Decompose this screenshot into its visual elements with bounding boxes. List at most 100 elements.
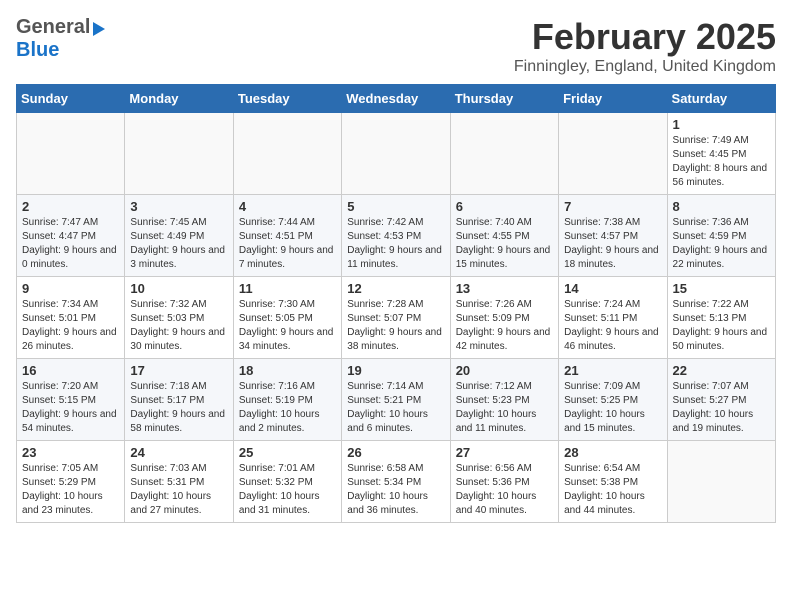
day-info: Sunrise: 7:16 AM Sunset: 5:19 PM Dayligh…: [239, 380, 336, 436]
calendar-week-row: 1 Sunrise: 7:49 AM Sunset: 4:45 PM Daylig…: [17, 113, 776, 195]
calendar-cell: 19 Sunrise: 7:14 AM Sunset: 5:21 PM Dayli…: [342, 359, 450, 441]
calendar-cell: 3Sunrise: 7:45 AM Sunset: 4:49 PM Daylig…: [125, 195, 233, 277]
title-block: February 2025 Finningley, England, Unite…: [514, 16, 776, 76]
calendar-cell: 8Sunrise: 7:36 AM Sunset: 4:59 PM Daylig…: [667, 195, 775, 277]
logo: General Blue: [16, 16, 105, 62]
day-info: Sunrise: 7:47 AM Sunset: 4:47 PM Dayligh…: [22, 216, 119, 272]
day-info: Sunrise: 6:56 AM Sunset: 5:36 PM Dayligh…: [456, 462, 553, 518]
weekday-header: Sunday: [17, 85, 125, 113]
day-number: 27: [456, 445, 553, 460]
day-info: Sunrise: 7:01 AM Sunset: 5:32 PM Dayligh…: [239, 462, 336, 518]
calendar-cell: 10 Sunrise: 7:32 AM Sunset: 5:03 PM Dayli…: [125, 277, 233, 359]
logo-general-text: General: [16, 16, 90, 39]
day-number: 14: [564, 281, 661, 296]
calendar-cell: 16 Sunrise: 7:20 AM Sunset: 5:15 PM Dayli…: [17, 359, 125, 441]
day-number: 12: [347, 281, 444, 296]
day-info: Sunrise: 7:32 AM Sunset: 5:03 PM Dayligh…: [130, 298, 227, 354]
day-number: 9: [22, 281, 119, 296]
calendar-cell: [17, 113, 125, 195]
calendar-table: SundayMondayTuesdayWednesdayThursdayFrid…: [16, 84, 776, 523]
month-title: February 2025: [514, 16, 776, 58]
day-number: 4: [239, 199, 336, 214]
calendar-cell: 4 Sunrise: 7:44 AM Sunset: 4:51 PM Daylig…: [233, 195, 341, 277]
day-number: 13: [456, 281, 553, 296]
weekday-header: Monday: [125, 85, 233, 113]
weekday-header: Thursday: [450, 85, 558, 113]
day-info: Sunrise: 7:24 AM Sunset: 5:11 PM Dayligh…: [564, 298, 661, 354]
calendar-cell: 6 Sunrise: 7:40 AM Sunset: 4:55 PM Daylig…: [450, 195, 558, 277]
day-number: 20: [456, 363, 553, 378]
logo-arrow-icon: [93, 22, 105, 36]
day-info: Sunrise: 7:22 AM Sunset: 5:13 PM Dayligh…: [673, 298, 770, 354]
day-info: Sunrise: 7:07 AM Sunset: 5:27 PM Dayligh…: [673, 380, 770, 436]
day-number: 6: [456, 199, 553, 214]
day-info: Sunrise: 6:54 AM Sunset: 5:38 PM Dayligh…: [564, 462, 661, 518]
day-info: Sunrise: 7:30 AM Sunset: 5:05 PM Dayligh…: [239, 298, 336, 354]
day-number: 24: [130, 445, 227, 460]
day-info: Sunrise: 7:12 AM Sunset: 5:23 PM Dayligh…: [456, 380, 553, 436]
weekday-header: Wednesday: [342, 85, 450, 113]
day-number: 25: [239, 445, 336, 460]
day-number: 16: [22, 363, 119, 378]
page-header: General Blue February 2025 Finningley, E…: [16, 16, 776, 76]
day-number: 23: [22, 445, 119, 460]
day-info: Sunrise: 7:14 AM Sunset: 5:21 PM Dayligh…: [347, 380, 444, 436]
logo-blue-text: Blue: [16, 39, 59, 62]
calendar-cell: 17Sunrise: 7:18 AM Sunset: 5:17 PM Dayli…: [125, 359, 233, 441]
location-text: Finningley, England, United Kingdom: [514, 58, 776, 76]
day-number: 19: [347, 363, 444, 378]
calendar-cell: 22 Sunrise: 7:07 AM Sunset: 5:27 PM Dayli…: [667, 359, 775, 441]
day-number: 21: [564, 363, 661, 378]
day-number: 1: [673, 117, 770, 132]
day-info: Sunrise: 7:26 AM Sunset: 5:09 PM Dayligh…: [456, 298, 553, 354]
day-info: Sunrise: 7:38 AM Sunset: 4:57 PM Dayligh…: [564, 216, 661, 272]
day-info: Sunrise: 7:05 AM Sunset: 5:29 PM Dayligh…: [22, 462, 119, 518]
day-info: Sunrise: 7:45 AM Sunset: 4:49 PM Dayligh…: [130, 216, 227, 272]
calendar-cell: 26 Sunrise: 6:58 AM Sunset: 5:34 PM Dayli…: [342, 441, 450, 523]
day-info: Sunrise: 7:03 AM Sunset: 5:31 PM Dayligh…: [130, 462, 227, 518]
weekday-header: Saturday: [667, 85, 775, 113]
day-info: Sunrise: 7:34 AM Sunset: 5:01 PM Dayligh…: [22, 298, 119, 354]
day-number: 26: [347, 445, 444, 460]
calendar-cell: 11Sunrise: 7:30 AM Sunset: 5:05 PM Dayli…: [233, 277, 341, 359]
day-info: Sunrise: 7:40 AM Sunset: 4:55 PM Dayligh…: [456, 216, 553, 272]
day-info: Sunrise: 7:28 AM Sunset: 5:07 PM Dayligh…: [347, 298, 444, 354]
weekday-header: Tuesday: [233, 85, 341, 113]
calendar-cell: 15Sunrise: 7:22 AM Sunset: 5:13 PM Dayli…: [667, 277, 775, 359]
day-info: Sunrise: 6:58 AM Sunset: 5:34 PM Dayligh…: [347, 462, 444, 518]
calendar-cell: 21Sunrise: 7:09 AM Sunset: 5:25 PM Dayli…: [559, 359, 667, 441]
calendar-cell: [559, 113, 667, 195]
calendar-cell: [450, 113, 558, 195]
calendar-cell: 14 Sunrise: 7:24 AM Sunset: 5:11 PM Dayli…: [559, 277, 667, 359]
calendar-cell: 20 Sunrise: 7:12 AM Sunset: 5:23 PM Dayli…: [450, 359, 558, 441]
calendar-cell: 25 Sunrise: 7:01 AM Sunset: 5:32 PM Dayli…: [233, 441, 341, 523]
day-number: 18: [239, 363, 336, 378]
calendar-cell: 23 Sunrise: 7:05 AM Sunset: 5:29 PM Dayli…: [17, 441, 125, 523]
calendar-cell: 1 Sunrise: 7:49 AM Sunset: 4:45 PM Daylig…: [667, 113, 775, 195]
day-info: Sunrise: 7:42 AM Sunset: 4:53 PM Dayligh…: [347, 216, 444, 272]
calendar-week-row: 23 Sunrise: 7:05 AM Sunset: 5:29 PM Dayli…: [17, 441, 776, 523]
calendar-header-row: SundayMondayTuesdayWednesdayThursdayFrid…: [17, 85, 776, 113]
day-info: Sunrise: 7:49 AM Sunset: 4:45 PM Dayligh…: [673, 134, 770, 190]
calendar-cell: 18 Sunrise: 7:16 AM Sunset: 5:19 PM Dayli…: [233, 359, 341, 441]
calendar-week-row: 16 Sunrise: 7:20 AM Sunset: 5:15 PM Dayli…: [17, 359, 776, 441]
calendar-cell: 24 Sunrise: 7:03 AM Sunset: 5:31 PM Dayli…: [125, 441, 233, 523]
day-info: Sunrise: 7:20 AM Sunset: 5:15 PM Dayligh…: [22, 380, 119, 436]
calendar-cell: 28 Sunrise: 6:54 AM Sunset: 5:38 PM Dayli…: [559, 441, 667, 523]
day-number: 7: [564, 199, 661, 214]
calendar-week-row: 2 Sunrise: 7:47 AM Sunset: 4:47 PM Daylig…: [17, 195, 776, 277]
calendar-cell: [125, 113, 233, 195]
day-info: Sunrise: 7:36 AM Sunset: 4:59 PM Dayligh…: [673, 216, 770, 272]
weekday-header: Friday: [559, 85, 667, 113]
day-number: 17: [130, 363, 227, 378]
day-number: 22: [673, 363, 770, 378]
day-number: 10: [130, 281, 227, 296]
day-info: Sunrise: 7:44 AM Sunset: 4:51 PM Dayligh…: [239, 216, 336, 272]
calendar-cell: 5Sunrise: 7:42 AM Sunset: 4:53 PM Daylig…: [342, 195, 450, 277]
day-number: 2: [22, 199, 119, 214]
calendar-cell: [233, 113, 341, 195]
calendar-cell: 9 Sunrise: 7:34 AM Sunset: 5:01 PM Daylig…: [17, 277, 125, 359]
calendar-cell: 7 Sunrise: 7:38 AM Sunset: 4:57 PM Daylig…: [559, 195, 667, 277]
calendar-cell: 12 Sunrise: 7:28 AM Sunset: 5:07 PM Dayli…: [342, 277, 450, 359]
day-number: 28: [564, 445, 661, 460]
